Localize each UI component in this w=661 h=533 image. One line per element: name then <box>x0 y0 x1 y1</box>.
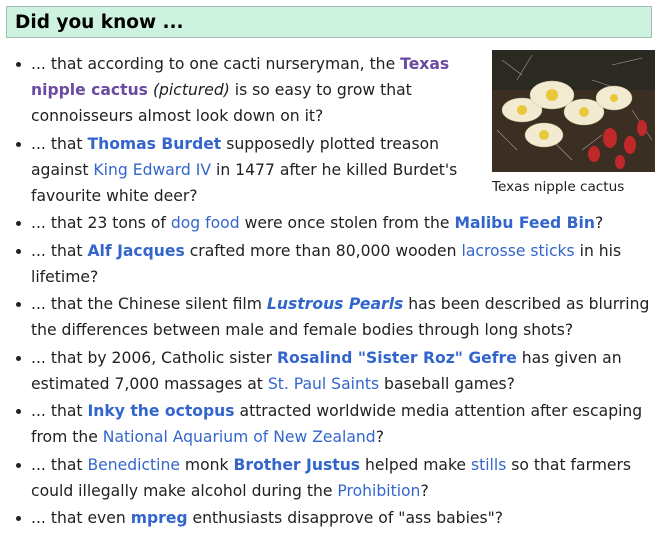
hook-text: ... that <box>31 402 88 420</box>
hook-italic-text: (pictured) <box>152 81 230 99</box>
hook-link[interactable]: St. Paul Saints <box>268 375 379 393</box>
hook-link[interactable]: Lustrous Pearls <box>267 295 403 313</box>
hook-text: ... that even <box>31 509 131 527</box>
hook-link[interactable]: Prohibition <box>337 482 420 500</box>
list-item: ... that the Chinese silent film Lustrou… <box>0 291 661 343</box>
hook-text: ... that 23 tons of <box>31 214 171 232</box>
list-item: ... that according to one cacti nurserym… <box>0 51 486 129</box>
hook-link[interactable]: Alf Jacques <box>87 242 184 260</box>
list-item: ... that Alf Jacques crafted more than 8… <box>0 238 661 290</box>
list-item: ... that Benedictine monk Brother Justus… <box>0 452 661 504</box>
hook-link[interactable]: dog food <box>171 214 240 232</box>
hook-text: enthusiasts disapprove of "ass babies"? <box>187 509 504 527</box>
hook-link[interactable]: mpreg <box>131 509 188 527</box>
hook-link[interactable]: lacrosse sticks <box>462 242 575 260</box>
hook-text: ... that <box>31 455 88 474</box>
hook-text: ? <box>594 214 604 232</box>
hook-link[interactable]: Benedictine <box>87 456 180 474</box>
hook-text: crafted more than 80,000 wooden <box>184 241 462 260</box>
list-item: ... that Thomas Burdet supposedly plotte… <box>0 131 486 209</box>
did-you-know-list: ... that according to one cacti nurserym… <box>0 51 661 533</box>
list-item: ... that even mpreg enthusiasts disappro… <box>0 505 661 531</box>
hook-text: were once stolen from the <box>239 214 455 232</box>
list-item: ... that 23 tons of dog food were once s… <box>0 210 661 236</box>
hook-link[interactable]: King Edward IV <box>93 161 211 179</box>
section-title: Did you know ... <box>15 12 184 33</box>
hook-link[interactable]: Brother Justus <box>234 456 361 474</box>
hook-link[interactable]: National Aquarium of New Zealand <box>103 428 376 446</box>
hook-text: ... that <box>31 134 88 153</box>
hook-text: baseball games? <box>379 374 515 393</box>
hook-link[interactable]: Rosalind "Sister Roz" Gefre <box>277 349 517 367</box>
hook-text: ... that <box>31 241 88 260</box>
list-item: ... that Inky the octopus attracted worl… <box>0 398 661 450</box>
hook-text: monk <box>179 455 234 474</box>
hook-text: ? <box>420 481 429 500</box>
hook-link[interactable]: stills <box>471 456 506 474</box>
hook-link[interactable]: Thomas Burdet <box>87 135 221 153</box>
hook-link[interactable]: Inky the octopus <box>87 402 234 420</box>
hook-text: ? <box>375 428 384 446</box>
hook-text: ... that the Chinese silent film <box>31 295 267 313</box>
list-item: ... that by 2006, Catholic sister Rosali… <box>0 345 661 397</box>
hook-link[interactable]: Malibu Feed Bin <box>454 214 595 232</box>
hook-text: ... that by 2006, Catholic sister <box>31 348 277 367</box>
hook-text: ... that according to one cacti nurserym… <box>31 55 401 73</box>
section-header: Did you know ... <box>6 6 652 38</box>
hook-text: helped make <box>360 455 471 474</box>
